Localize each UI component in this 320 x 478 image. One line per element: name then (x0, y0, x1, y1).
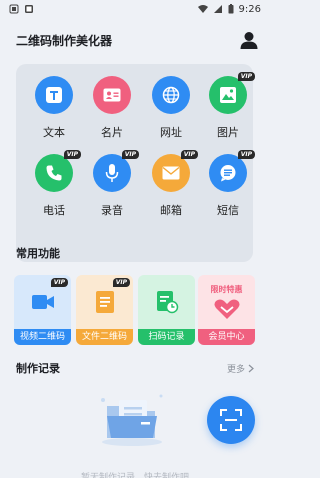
scan-button[interactable] (207, 396, 255, 444)
more-link[interactable]: 更多 (227, 362, 254, 375)
vip-badge: VIP (50, 278, 68, 287)
vip-badge: VIP (63, 150, 81, 159)
tool-url[interactable]: 网址 (145, 76, 197, 154)
empty-folder-illustration (101, 394, 163, 446)
more-label: 更多 (227, 365, 246, 375)
membership-heart-icon (214, 299, 239, 319)
limited-offer-badge: 限时特惠 (210, 285, 243, 294)
file-qr-label: 文件二维码 (76, 329, 133, 345)
tool-phone[interactable]: VIP 电话 (28, 150, 81, 232)
tool-label: 名片 (101, 126, 123, 139)
chevron-right-icon (248, 364, 254, 373)
page-title: 二维码制作美化器 (16, 33, 113, 48)
scan-icon (220, 409, 242, 431)
vip-badge: VIP (112, 278, 130, 287)
app-notification-icon (9, 4, 19, 14)
notification-icon (25, 5, 33, 13)
scan-history-card[interactable]: 扫码记录 (138, 275, 195, 345)
file-qr-card[interactable]: VIP 文件二维码 (76, 275, 133, 345)
status-time: 9:26 (238, 3, 261, 15)
common-functions-title: 常用功能 (16, 247, 60, 260)
signal-icon (213, 5, 222, 13)
records-title: 制作记录 (16, 362, 60, 375)
video-camera-icon (31, 295, 54, 309)
vip-badge: VIP (180, 150, 198, 159)
image-icon: VIP (209, 72, 255, 114)
tool-label: 录音 (101, 204, 123, 217)
membership-card[interactable]: 限时特惠 会员中心 (198, 275, 255, 345)
wifi-icon (197, 5, 208, 13)
tool-label: 电话 (43, 204, 65, 217)
tool-label: 图片 (217, 126, 239, 139)
message-icon: VIP (209, 150, 255, 192)
tool-label: 短信 (217, 204, 239, 217)
tool-audio[interactable]: VIP 录音 (86, 150, 139, 232)
tool-label: 网址 (160, 126, 182, 139)
qr-type-panel: 文本 名片 网址 VIP 图片 VIP 电话 VIP 录音 VIP 邮箱 VIP… (16, 64, 255, 262)
mail-icon: VIP (152, 150, 198, 192)
globe-icon (152, 76, 190, 114)
vip-badge: VIP (237, 150, 255, 159)
vip-badge: VIP (121, 150, 139, 159)
tool-label: 文本 (43, 126, 65, 139)
tool-sms[interactable]: VIP 短信 (202, 150, 255, 232)
microphone-icon: VIP (93, 150, 139, 192)
profile-icon[interactable] (239, 30, 259, 50)
scan-history-label: 扫码记录 (138, 329, 195, 345)
membership-label: 会员中心 (198, 329, 255, 345)
app-header: 二维码制作美化器 (16, 30, 259, 50)
status-bar: 9:26 (0, 0, 269, 18)
business-card-icon (93, 76, 131, 114)
phone-icon: VIP (35, 150, 81, 192)
empty-records-text: 暂无制作记录，快去制作吧 (80, 473, 189, 478)
tool-text[interactable]: 文本 (28, 76, 80, 154)
text-icon (35, 76, 73, 114)
tool-label: 邮箱 (160, 204, 182, 217)
video-qr-label: 视频二维码 (14, 329, 71, 345)
scan-history-icon (156, 291, 178, 314)
tool-business-card[interactable]: 名片 (86, 76, 138, 154)
vip-badge: VIP (237, 72, 255, 81)
video-qr-card[interactable]: VIP 视频二维码 (14, 275, 71, 345)
tool-mail[interactable]: VIP 邮箱 (145, 150, 198, 232)
battery-icon (228, 4, 234, 14)
tool-image[interactable]: VIP 图片 (202, 72, 255, 154)
document-icon (95, 291, 114, 313)
